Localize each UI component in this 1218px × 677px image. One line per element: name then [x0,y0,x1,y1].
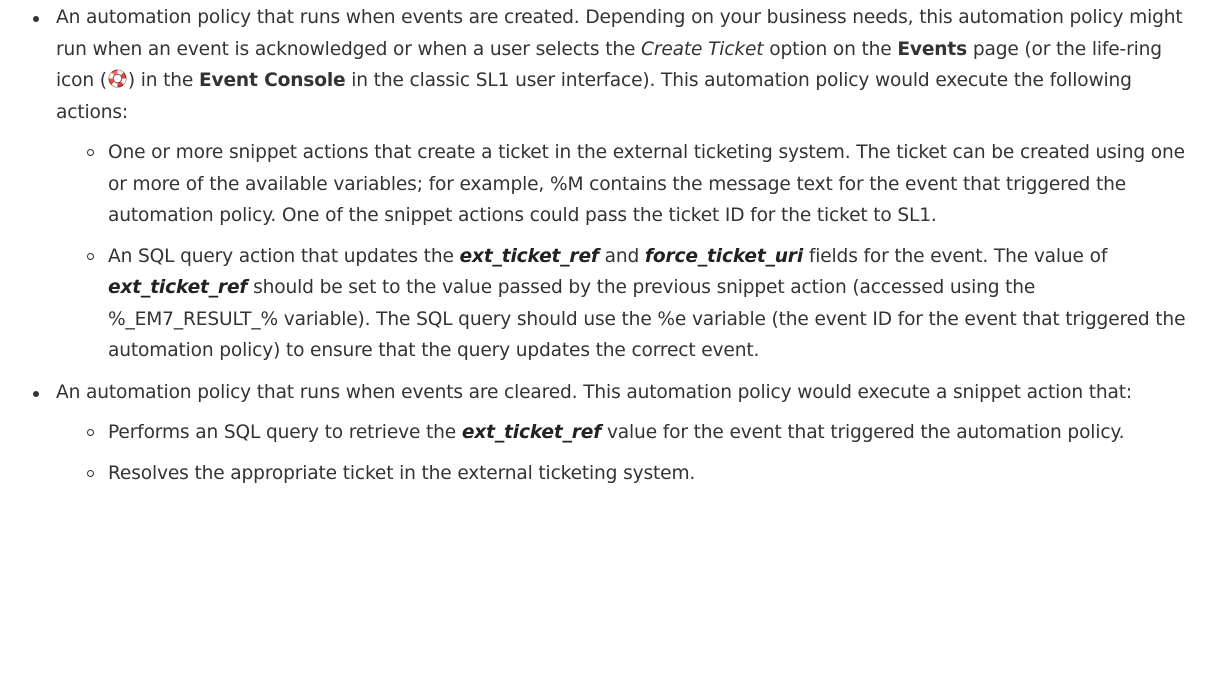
sub-list-item-snippet-actions: One or more snippet actions that create … [87,137,1194,232]
sub-item-text: One or more snippet actions that create … [108,142,1185,226]
list-item-text: option on the [763,38,898,60]
sub-item-text: value for the event that triggered the a… [601,422,1125,443]
field-name: ext_ticket_ref [459,245,599,267]
sub-item-text: and [598,245,645,267]
list-item-text: ) in the [127,70,199,91]
event-console-term: Event Console [198,70,346,91]
field-name: ext_ticket_ref [461,422,602,443]
sub-item-text: fields for the event. The value of [803,245,1108,267]
sub-list: One or more snippet actions that create … [56,137,1194,367]
sub-item-text: should be set to the value passed by the… [108,277,1186,361]
sub-item-text: An SQL query action that updates the [108,245,460,267]
sub-list-item-sql-query: An SQL query action that updates the ext… [87,241,1194,367]
sub-list-item-resolve-ticket: Resolves the appropriate ticket in the e… [87,458,1194,490]
events-page-term: Events [897,38,968,60]
bullet-list: An automation policy that runs when even… [33,2,1194,490]
document-body: An automation policy that runs when even… [0,0,1218,489]
sub-list-item-sql-retrieve: Performs an SQL query to retrieve the ex… [87,417,1194,449]
sub-item-text: Performs an SQL query to retrieve the [108,422,462,443]
field-name: ext_ticket_ref [108,277,248,298]
life-ring-icon [108,69,127,88]
sub-list: Performs an SQL query to retrieve the ex… [56,417,1194,489]
list-item-created-policy: An automation policy that runs when even… [33,2,1194,367]
sub-item-text: Resolves the appropriate ticket in the e… [108,462,696,484]
field-name: force_ticket_uri [644,245,804,267]
list-item-cleared-policy: An automation policy that runs when even… [33,377,1194,490]
create-ticket-term: Create Ticket [641,38,764,60]
list-item-text: An automation policy that runs when even… [56,381,1133,403]
